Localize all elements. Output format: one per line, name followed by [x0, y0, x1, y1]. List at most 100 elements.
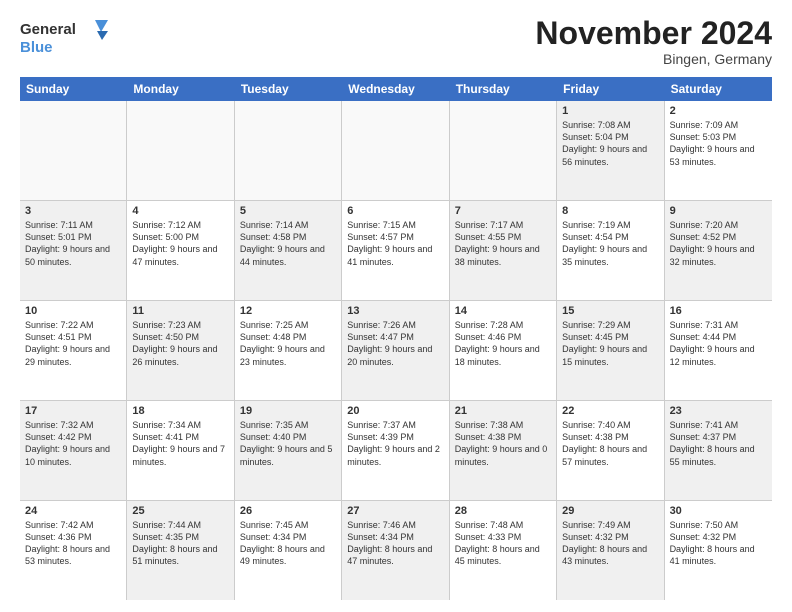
day-number: 4	[132, 205, 228, 217]
day-cell-12: 12 Sunrise: 7:25 AM Sunset: 4:48 PM Dayli…	[235, 301, 342, 400]
day-info: Sunrise: 7:46 AM Sunset: 4:34 PM Dayligh…	[347, 519, 443, 568]
calendar-row-4: 24 Sunrise: 7:42 AM Sunset: 4:36 PM Dayli…	[20, 501, 772, 600]
day-info: Sunrise: 7:49 AM Sunset: 4:32 PM Dayligh…	[562, 519, 658, 568]
day-info: Sunrise: 7:11 AM Sunset: 5:01 PM Dayligh…	[25, 219, 121, 268]
day-cell-29: 29 Sunrise: 7:49 AM Sunset: 4:32 PM Dayli…	[557, 501, 664, 600]
day-number: 27	[347, 505, 443, 517]
calendar-row-0: 1 Sunrise: 7:08 AM Sunset: 5:04 PM Daylig…	[20, 101, 772, 201]
title-block: November 2024 Bingen, Germany	[535, 16, 772, 67]
empty-cell-0-1	[127, 101, 234, 200]
day-number: 21	[455, 405, 551, 417]
day-cell-18: 18Sunrise: 7:34 AM Sunset: 4:41 PM Dayli…	[127, 401, 234, 500]
day-info: Sunrise: 7:44 AM Sunset: 4:35 PM Dayligh…	[132, 519, 228, 568]
day-cell-7: 7Sunrise: 7:17 AM Sunset: 4:55 PM Daylig…	[450, 201, 557, 300]
day-cell-9: 9 Sunrise: 7:20 AM Sunset: 4:52 PM Daylig…	[665, 201, 772, 300]
day-number: 2	[670, 105, 767, 117]
day-info: Sunrise: 7:41 AM Sunset: 4:37 PM Dayligh…	[670, 419, 767, 468]
day-info: Sunrise: 7:12 AM Sunset: 5:00 PM Dayligh…	[132, 219, 228, 268]
day-number: 16	[670, 305, 767, 317]
day-number: 5	[240, 205, 336, 217]
calendar-header: SundayMondayTuesdayWednesdayThursdayFrid…	[20, 77, 772, 101]
day-number: 13	[347, 305, 443, 317]
header-day-friday: Friday	[557, 77, 664, 101]
day-cell-22: 22Sunrise: 7:40 AM Sunset: 4:38 PM Dayli…	[557, 401, 664, 500]
header-day-tuesday: Tuesday	[235, 77, 342, 101]
empty-cell-0-4	[450, 101, 557, 200]
header-day-monday: Monday	[127, 77, 234, 101]
day-cell-26: 26Sunrise: 7:45 AM Sunset: 4:34 PM Dayli…	[235, 501, 342, 600]
day-cell-19: 19Sunrise: 7:35 AM Sunset: 4:40 PM Dayli…	[235, 401, 342, 500]
day-number: 1	[562, 105, 658, 117]
empty-cell-0-2	[235, 101, 342, 200]
day-info: Sunrise: 7:23 AM Sunset: 4:50 PM Dayligh…	[132, 319, 228, 368]
svg-text:General: General	[20, 21, 76, 38]
logo: General Blue	[20, 16, 110, 60]
day-number: 28	[455, 505, 551, 517]
calendar-row-1: 3 Sunrise: 7:11 AM Sunset: 5:01 PM Daylig…	[20, 201, 772, 301]
header-day-wednesday: Wednesday	[342, 77, 449, 101]
day-number: 3	[25, 205, 121, 217]
day-cell-14: 14 Sunrise: 7:28 AM Sunset: 4:46 PM Dayli…	[450, 301, 557, 400]
day-info: Sunrise: 7:38 AM Sunset: 4:38 PM Dayligh…	[455, 419, 551, 468]
day-cell-23: 23Sunrise: 7:41 AM Sunset: 4:37 PM Dayli…	[665, 401, 772, 500]
day-cell-30: 30Sunrise: 7:50 AM Sunset: 4:32 PM Dayli…	[665, 501, 772, 600]
day-cell-17: 17 Sunrise: 7:32 AM Sunset: 4:42 PM Dayli…	[20, 401, 127, 500]
location: Bingen, Germany	[535, 51, 772, 67]
day-cell-28: 28 Sunrise: 7:48 AM Sunset: 4:33 PM Dayli…	[450, 501, 557, 600]
day-info: Sunrise: 7:15 AM Sunset: 4:57 PM Dayligh…	[347, 219, 443, 268]
day-number: 30	[670, 505, 767, 517]
day-info: Sunrise: 7:37 AM Sunset: 4:39 PM Dayligh…	[347, 419, 443, 468]
day-number: 12	[240, 305, 336, 317]
day-info: Sunrise: 7:32 AM Sunset: 4:42 PM Dayligh…	[25, 419, 121, 468]
day-info: Sunrise: 7:42 AM Sunset: 4:36 PM Dayligh…	[25, 519, 121, 568]
day-number: 11	[132, 305, 228, 317]
day-cell-1: 1 Sunrise: 7:08 AM Sunset: 5:04 PM Daylig…	[557, 101, 664, 200]
calendar-row-3: 17 Sunrise: 7:32 AM Sunset: 4:42 PM Dayli…	[20, 401, 772, 501]
header-day-thursday: Thursday	[450, 77, 557, 101]
day-info: Sunrise: 7:08 AM Sunset: 5:04 PM Dayligh…	[562, 119, 658, 168]
day-info: Sunrise: 7:48 AM Sunset: 4:33 PM Dayligh…	[455, 519, 551, 568]
day-cell-27: 27 Sunrise: 7:46 AM Sunset: 4:34 PM Dayli…	[342, 501, 449, 600]
day-info: Sunrise: 7:34 AM Sunset: 4:41 PM Dayligh…	[132, 419, 228, 468]
day-cell-24: 24 Sunrise: 7:42 AM Sunset: 4:36 PM Dayli…	[20, 501, 127, 600]
day-number: 14	[455, 305, 551, 317]
day-cell-5: 5 Sunrise: 7:14 AM Sunset: 4:58 PM Daylig…	[235, 201, 342, 300]
day-info: Sunrise: 7:20 AM Sunset: 4:52 PM Dayligh…	[670, 219, 767, 268]
day-cell-8: 8 Sunrise: 7:19 AM Sunset: 4:54 PM Daylig…	[557, 201, 664, 300]
day-info: Sunrise: 7:22 AM Sunset: 4:51 PM Dayligh…	[25, 319, 121, 368]
day-cell-25: 25 Sunrise: 7:44 AM Sunset: 4:35 PM Dayli…	[127, 501, 234, 600]
day-number: 24	[25, 505, 121, 517]
day-cell-16: 16Sunrise: 7:31 AM Sunset: 4:44 PM Dayli…	[665, 301, 772, 400]
day-info: Sunrise: 7:28 AM Sunset: 4:46 PM Dayligh…	[455, 319, 551, 368]
month-title: November 2024	[535, 16, 772, 51]
day-number: 25	[132, 505, 228, 517]
header-day-saturday: Saturday	[665, 77, 772, 101]
day-number: 9	[670, 205, 767, 217]
day-number: 15	[562, 305, 658, 317]
calendar-row-2: 10Sunrise: 7:22 AM Sunset: 4:51 PM Dayli…	[20, 301, 772, 401]
day-cell-3: 3 Sunrise: 7:11 AM Sunset: 5:01 PM Daylig…	[20, 201, 127, 300]
day-number: 29	[562, 505, 658, 517]
day-cell-6: 6 Sunrise: 7:15 AM Sunset: 4:57 PM Daylig…	[342, 201, 449, 300]
day-number: 8	[562, 205, 658, 217]
day-info: Sunrise: 7:17 AM Sunset: 4:55 PM Dayligh…	[455, 219, 551, 268]
day-info: Sunrise: 7:25 AM Sunset: 4:48 PM Dayligh…	[240, 319, 336, 368]
day-info: Sunrise: 7:14 AM Sunset: 4:58 PM Dayligh…	[240, 219, 336, 268]
day-info: Sunrise: 7:29 AM Sunset: 4:45 PM Dayligh…	[562, 319, 658, 368]
day-info: Sunrise: 7:19 AM Sunset: 4:54 PM Dayligh…	[562, 219, 658, 268]
day-info: Sunrise: 7:09 AM Sunset: 5:03 PM Dayligh…	[670, 119, 767, 168]
calendar-body: 1 Sunrise: 7:08 AM Sunset: 5:04 PM Daylig…	[20, 101, 772, 600]
day-cell-13: 13Sunrise: 7:26 AM Sunset: 4:47 PM Dayli…	[342, 301, 449, 400]
day-number: 26	[240, 505, 336, 517]
day-cell-15: 15 Sunrise: 7:29 AM Sunset: 4:45 PM Dayli…	[557, 301, 664, 400]
svg-text:Blue: Blue	[20, 39, 53, 56]
day-number: 17	[25, 405, 121, 417]
header-day-sunday: Sunday	[20, 77, 127, 101]
empty-cell-0-0	[20, 101, 127, 200]
day-cell-2: 2 Sunrise: 7:09 AM Sunset: 5:03 PM Daylig…	[665, 101, 772, 200]
day-number: 20	[347, 405, 443, 417]
day-number: 22	[562, 405, 658, 417]
day-cell-11: 11 Sunrise: 7:23 AM Sunset: 4:50 PM Dayli…	[127, 301, 234, 400]
day-cell-10: 10Sunrise: 7:22 AM Sunset: 4:51 PM Dayli…	[20, 301, 127, 400]
day-number: 6	[347, 205, 443, 217]
